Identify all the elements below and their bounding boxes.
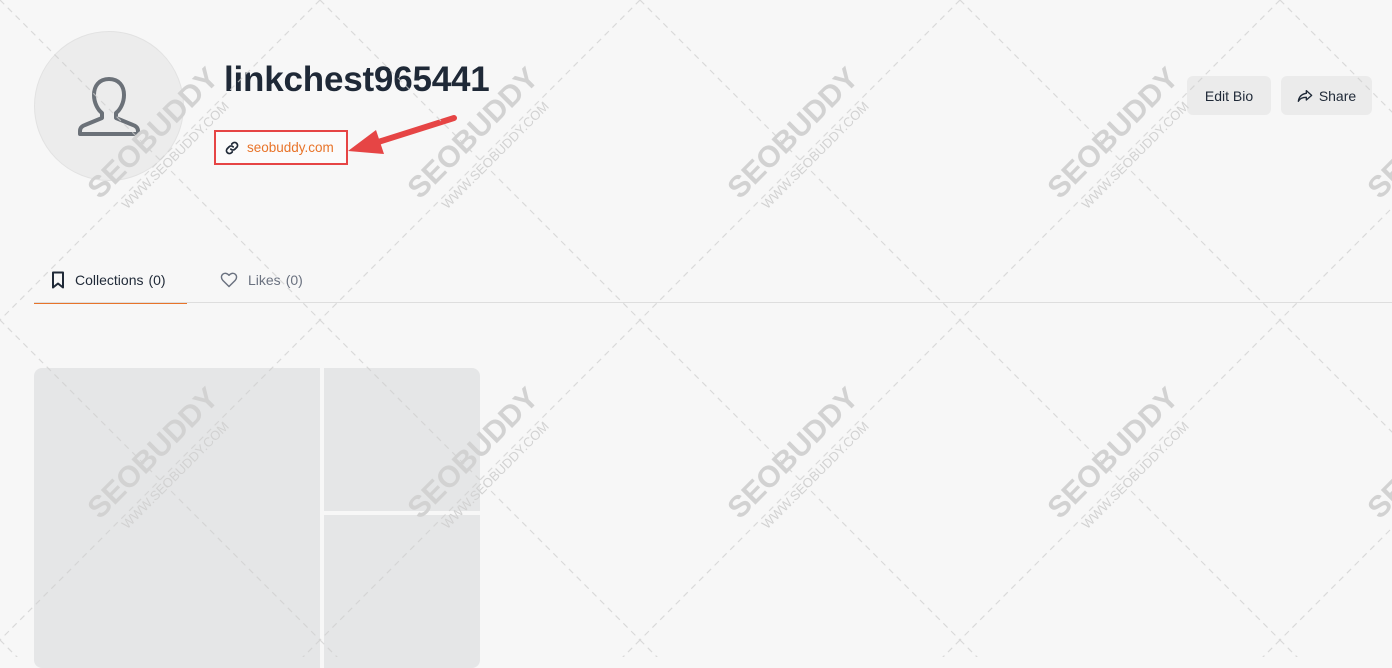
tab-collections[interactable]: Collections (0) bbox=[34, 258, 187, 304]
edit-bio-label: Edit Bio bbox=[1204, 87, 1254, 104]
watermark-mark: SEOBUDDYWWW.SEOBUDDY.COM bbox=[1042, 382, 1192, 532]
tab-collections-label: Collections bbox=[75, 272, 144, 288]
collection-thumbnail-bottom bbox=[324, 515, 480, 668]
bookmark-icon bbox=[52, 271, 64, 289]
collection-thumbnail-top bbox=[324, 368, 480, 511]
share-button[interactable]: Share bbox=[1281, 76, 1372, 115]
share-label: Share bbox=[1318, 87, 1357, 104]
link-icon bbox=[225, 141, 239, 154]
watermark-brand: SEOBUDDY bbox=[1042, 62, 1186, 206]
watermark-brand: SEOBUDDY bbox=[1042, 382, 1186, 526]
avatar bbox=[34, 31, 184, 181]
heart-icon bbox=[220, 272, 238, 288]
tab-likes-count: (0) bbox=[285, 272, 303, 288]
watermark-url: WWW.SEOBUDDY.COM bbox=[1079, 419, 1192, 532]
collection-thumbnail-main bbox=[34, 368, 320, 668]
tabs-divider bbox=[34, 302, 1392, 303]
watermark-brand: SEOBUDDY bbox=[722, 62, 866, 206]
annotation-arrow-icon bbox=[348, 115, 457, 154]
edit-bio-button[interactable]: Edit Bio bbox=[1187, 76, 1271, 115]
collection-card-placeholder[interactable] bbox=[34, 368, 480, 668]
user-placeholder-icon bbox=[78, 77, 140, 136]
watermark-mark: SEOBUDDYWWW.SEOBUDDY.COM bbox=[722, 382, 872, 532]
tab-likes-label: Likes bbox=[248, 272, 281, 288]
watermark-url: WWW.SEOBUDDY.COM bbox=[1079, 99, 1192, 212]
website-link-label: seobuddy.com bbox=[247, 140, 334, 155]
watermark-url: WWW.SEOBUDDY.COM bbox=[759, 99, 872, 212]
website-link[interactable]: seobuddy.com bbox=[214, 130, 348, 165]
watermark-brand: SEOBUDDY bbox=[1362, 382, 1392, 526]
watermark-url: WWW.SEOBUDDY.COM bbox=[759, 419, 872, 532]
watermark-brand: SEOBUDDY bbox=[722, 382, 866, 526]
watermark-mark: SEOBUDDYWWW.SEOBUDDY.COM bbox=[722, 62, 872, 212]
tab-likes[interactable]: Likes (0) bbox=[220, 258, 303, 302]
watermark-mark: SEOBUDDYWWW.SEOBUDDY.COM bbox=[1042, 62, 1192, 212]
tab-collections-count: (0) bbox=[148, 272, 166, 288]
watermark-mark: SEOBUDDYWWW.SEOBUDDY.COM bbox=[1362, 382, 1392, 526]
share-icon bbox=[1297, 89, 1313, 102]
page-title: linkchest965441 bbox=[224, 60, 490, 99]
profile-tabs: Collections (0) Likes (0) bbox=[0, 258, 1392, 304]
